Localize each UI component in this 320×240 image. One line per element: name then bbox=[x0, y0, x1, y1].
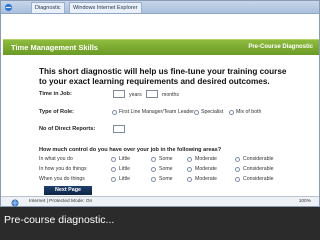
control-option-label: Moderate bbox=[195, 176, 217, 182]
control-option-label: Considerable bbox=[243, 176, 274, 182]
tab-window-title[interactable]: Windows Internet Explorer bbox=[69, 2, 142, 13]
control-option-label: Some bbox=[159, 176, 173, 182]
control-radio-considerable[interactable] bbox=[235, 167, 240, 172]
control-option-label: Considerable bbox=[243, 166, 274, 172]
control-row-label: In how you do things bbox=[39, 166, 87, 172]
globe-icon bbox=[11, 199, 19, 207]
months-input[interactable] bbox=[146, 90, 158, 98]
control-radio-little[interactable] bbox=[111, 177, 116, 182]
control-row-label: In what you do bbox=[39, 156, 73, 162]
tab-diagnostic[interactable]: Diagnostic bbox=[31, 2, 65, 13]
control-radio-moderate[interactable] bbox=[187, 177, 192, 182]
control-option-label: Some bbox=[159, 156, 173, 162]
status-text: Internet | Protected Mode: On bbox=[29, 199, 93, 204]
role-option-label: Specialist bbox=[201, 109, 224, 115]
control-radio-moderate[interactable] bbox=[187, 157, 192, 162]
page-content: This short diagnostic will help us fine-… bbox=[1, 55, 320, 195]
zoom-level[interactable]: 100% bbox=[299, 199, 311, 204]
control-question: How much control do you have over your j… bbox=[39, 147, 222, 153]
header-banner: Time Management Skills Pre-Course Diagno… bbox=[3, 39, 319, 55]
control-option-label: Little bbox=[119, 176, 130, 182]
control-radio-some[interactable] bbox=[151, 177, 156, 182]
control-radio-some[interactable] bbox=[151, 157, 156, 162]
control-row-label: When you do things bbox=[39, 176, 85, 182]
role-radio-mix[interactable] bbox=[229, 110, 234, 115]
control-radio-considerable[interactable] bbox=[235, 177, 240, 182]
months-label: months bbox=[162, 92, 180, 98]
role-option-label: First Line Manager/Team Leader bbox=[119, 109, 194, 115]
caption-text: Pre-course diagnostic... bbox=[4, 214, 115, 226]
control-option-label: Moderate bbox=[195, 156, 217, 162]
browser-titlebar: Diagnostic Windows Internet Explorer bbox=[1, 1, 319, 14]
banner-subtitle: Pre-Course Diagnostic bbox=[248, 44, 313, 50]
next-page-button[interactable]: Next Page bbox=[44, 186, 92, 195]
ie-logo-icon bbox=[4, 3, 13, 12]
type-of-role-label: Type of Role: bbox=[39, 109, 75, 115]
control-option-label: Some bbox=[159, 166, 173, 172]
control-radio-some[interactable] bbox=[151, 167, 156, 172]
browser-window: Diagnostic Windows Internet Explorer Tim… bbox=[0, 0, 320, 207]
control-option-label: Moderate bbox=[195, 166, 217, 172]
banner-title: Time Management Skills bbox=[11, 43, 98, 52]
control-radio-considerable[interactable] bbox=[235, 157, 240, 162]
control-option-label: Little bbox=[119, 166, 130, 172]
direct-reports-label: No of Direct Reports: bbox=[39, 126, 96, 132]
caption-strip: Pre-course diagnostic... bbox=[0, 207, 320, 240]
status-bar: Internet | Protected Mode: On 100% bbox=[1, 196, 319, 207]
control-option-label: Considerable bbox=[243, 156, 274, 162]
control-radio-moderate[interactable] bbox=[187, 167, 192, 172]
control-radio-little[interactable] bbox=[111, 157, 116, 162]
years-label: years bbox=[129, 92, 142, 98]
role-option-label: Mix of both bbox=[236, 109, 262, 115]
role-radio-first-line[interactable] bbox=[112, 110, 117, 115]
intro-text: This short diagnostic will help us fine-… bbox=[39, 67, 287, 86]
control-option-label: Little bbox=[119, 156, 130, 162]
role-radio-specialist[interactable] bbox=[194, 110, 199, 115]
control-radio-little[interactable] bbox=[111, 167, 116, 172]
years-input[interactable] bbox=[113, 90, 125, 98]
time-in-job-label: Time in Job: bbox=[39, 91, 72, 97]
direct-reports-input[interactable] bbox=[113, 125, 125, 133]
